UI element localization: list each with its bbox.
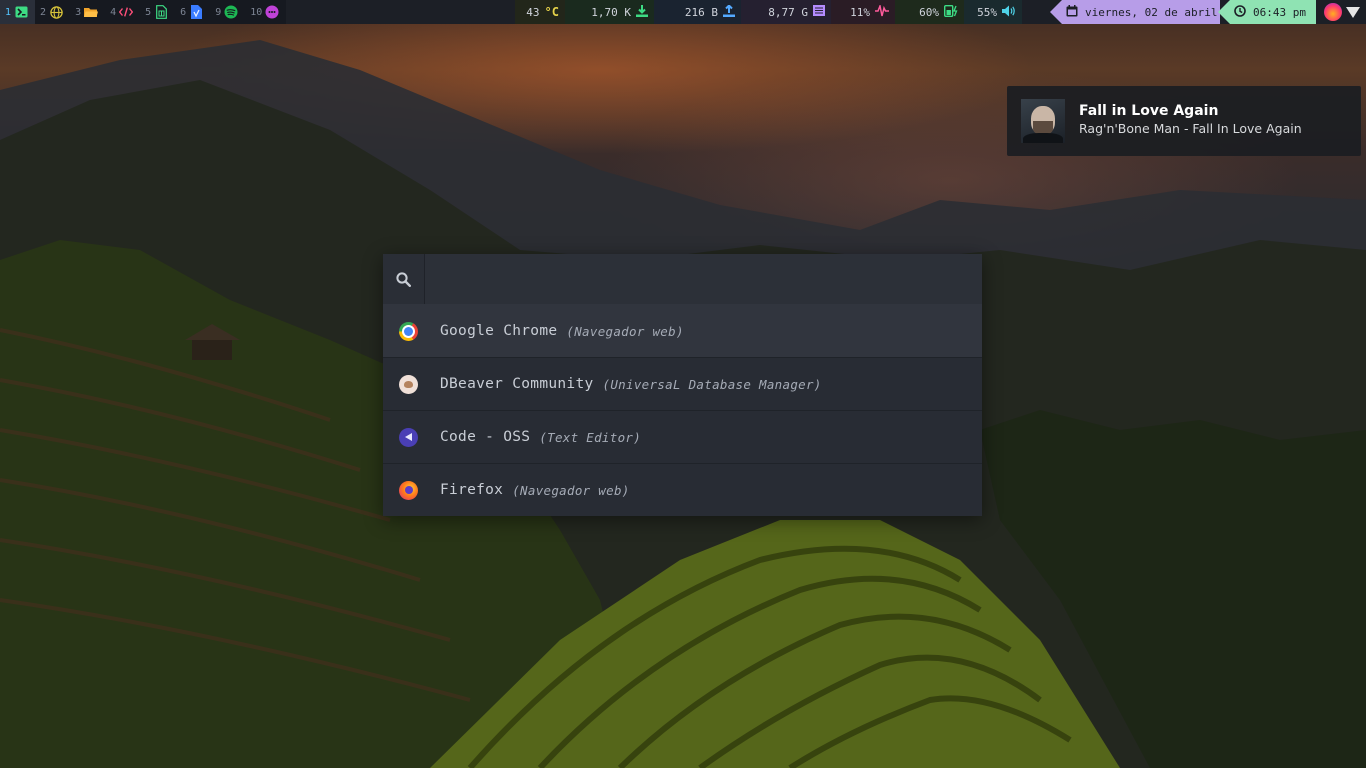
- workspace-number: 3: [75, 6, 82, 18]
- workspace-9[interactable]: 9: [210, 0, 245, 24]
- workspace-number: 5: [145, 6, 152, 18]
- search-bar: [383, 254, 982, 304]
- status-bar: 1 2 3 4 5 6 9 10 43 °C 1,70 K 216 B 8,77…: [0, 0, 1366, 24]
- volume-value: 55%: [977, 5, 997, 19]
- memory-widget: 8,77 G: [741, 0, 831, 24]
- upload-value: 216 B: [684, 5, 718, 19]
- workspace-1[interactable]: 1: [0, 0, 36, 24]
- result-description: (UniversaL Database Manager): [602, 376, 822, 392]
- result-name: Firefox: [440, 482, 504, 498]
- system-tray: [1318, 0, 1366, 24]
- download-value: 1,70 K: [591, 5, 631, 19]
- result-google-chrome[interactable]: Google Chrome (Navegador web): [383, 304, 982, 357]
- clock-icon: [1234, 4, 1246, 20]
- volume-icon: [1002, 5, 1016, 20]
- download-icon: [636, 4, 648, 20]
- download-widget: 1,70 K: [565, 0, 654, 24]
- workspace-2[interactable]: 2: [35, 0, 70, 24]
- album-art: [1021, 99, 1065, 143]
- workspace-number: 10: [250, 6, 263, 18]
- memory-icon: [813, 5, 825, 19]
- firefox-dev-tray-icon[interactable]: [1324, 3, 1342, 21]
- folder-icon: [84, 5, 99, 19]
- workspace-6[interactable]: 6: [175, 0, 210, 24]
- calendar-icon: [1066, 4, 1078, 20]
- result-name: Google Chrome: [440, 323, 558, 339]
- workspace-number: 9: [215, 6, 222, 18]
- workspace-number: 2: [40, 6, 47, 18]
- notification-body: Rag'n'Bone Man - Fall In Love Again: [1079, 120, 1302, 136]
- thermometer-icon: °C: [544, 5, 559, 19]
- upload-widget: 216 B: [654, 0, 741, 24]
- workspace-list: 1 2 3 4 5 6 9 10: [0, 0, 287, 24]
- notification-title: Fall in Love Again: [1079, 102, 1219, 119]
- memory-value: 8,77 G: [768, 5, 808, 19]
- workspace-number: 1: [5, 6, 12, 18]
- result-dbeaver[interactable]: DBeaver Community (UniversaL Database Ma…: [383, 357, 982, 410]
- search-input[interactable]: [425, 254, 982, 304]
- code-icon: [119, 5, 134, 19]
- workspace-10[interactable]: 10: [245, 0, 286, 24]
- battery-charging-icon: [943, 4, 958, 20]
- battery-widget: 60%: [895, 0, 964, 24]
- result-description: (Navegador web): [512, 482, 630, 498]
- result-description: (Text Editor): [539, 429, 642, 445]
- terminal-icon: [14, 5, 28, 19]
- temperature-value: 43: [526, 5, 540, 19]
- cpu-value: 11%: [850, 5, 870, 19]
- battery-value: 60%: [919, 5, 939, 19]
- clock-widget[interactable]: 06:43 pm: [1218, 0, 1316, 24]
- date-widget[interactable]: viernes, 02 de abril: [1050, 0, 1220, 24]
- wifi-icon[interactable]: [1346, 6, 1360, 18]
- chrome-icon: [399, 321, 418, 341]
- app-launcher: Google Chrome (Navegador web) DBeaver Co…: [383, 254, 982, 516]
- spreadsheet-icon: [154, 5, 168, 19]
- result-description: (Navegador web): [566, 323, 684, 339]
- cpu-widget: 11%: [831, 0, 895, 24]
- workspace-4[interactable]: 4: [105, 0, 140, 24]
- media-notification[interactable]: Fall in Love Again Rag'n'Bone Man - Fall…: [1007, 86, 1361, 156]
- vscode-icon: [399, 427, 418, 447]
- spotify-icon: [224, 5, 238, 19]
- system-stats: 43 °C 1,70 K 216 B 8,77 G 11% 60% 55%: [515, 0, 1022, 24]
- workspace-3[interactable]: 3: [70, 0, 105, 24]
- firefox-icon: [399, 480, 418, 500]
- result-firefox[interactable]: Firefox (Navegador web): [383, 463, 982, 516]
- dbeaver-icon: [399, 374, 418, 394]
- globe-icon: [49, 5, 63, 19]
- search-icon: [383, 254, 425, 304]
- date-text: viernes, 02 de abril: [1085, 5, 1218, 19]
- volume-widget[interactable]: 55%: [964, 0, 1022, 24]
- temperature-widget: 43 °C: [515, 0, 565, 24]
- pulse-icon: [875, 2, 889, 20]
- result-code-oss[interactable]: Code - OSS (Text Editor): [383, 410, 982, 463]
- chat-icon: [265, 5, 279, 19]
- result-name: DBeaver Community: [440, 376, 594, 392]
- workspace-number: 6: [180, 6, 187, 18]
- workspace-number: 4: [110, 6, 117, 18]
- upload-icon: [723, 3, 735, 20]
- time-text: 06:43 pm: [1253, 5, 1306, 19]
- result-name: Code - OSS: [440, 429, 531, 445]
- document-icon: [189, 5, 203, 19]
- workspace-5[interactable]: 5: [140, 0, 175, 24]
